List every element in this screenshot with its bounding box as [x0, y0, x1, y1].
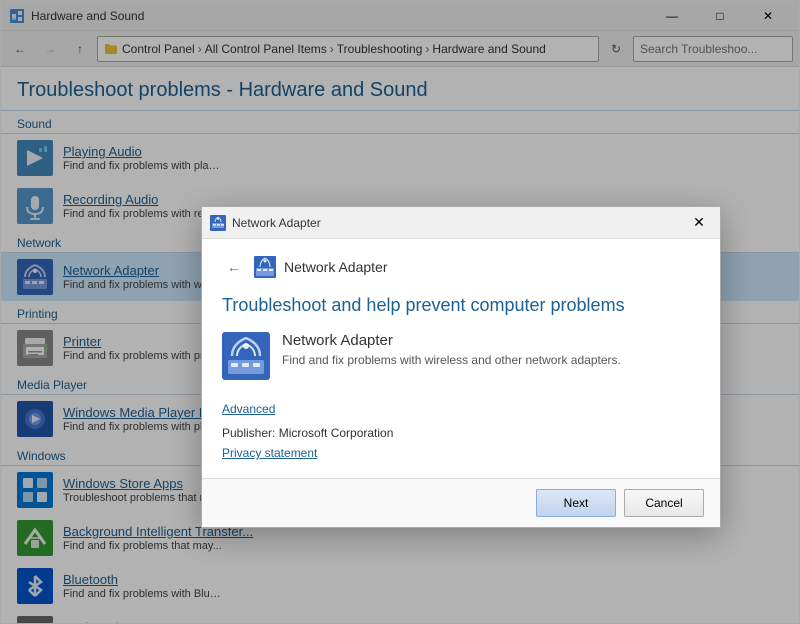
cancel-button[interactable]: Cancel	[624, 489, 704, 517]
dialog-titlebar: Network Adapter ✕	[202, 207, 720, 239]
dialog-back-button[interactable]: ←	[222, 255, 246, 279]
dialog-nav-title: Network Adapter	[284, 259, 388, 275]
dialog-close-button[interactable]: ✕	[686, 210, 712, 236]
dialog-content: ← Network Adapter Troubleshoot and he	[202, 239, 720, 478]
advanced-link[interactable]: Advanced	[222, 402, 275, 416]
main-window: Hardware and Sound — □ ✕ ← → ↑ Control P…	[0, 0, 800, 624]
dialog-nav-row: ← Network Adapter	[222, 255, 700, 279]
network-adapter-dialog: Network Adapter ✕ ←	[201, 206, 721, 528]
dialog-item-desc: Find and fix problems with wireless and …	[282, 353, 700, 367]
dialog-overlay: Network Adapter ✕ ←	[1, 1, 799, 623]
dialog-titlebar-left: Network Adapter	[210, 215, 321, 231]
privacy-link[interactable]: Privacy statement	[222, 446, 317, 460]
dialog-section-title: Troubleshoot and help prevent computer p…	[222, 295, 700, 316]
dialog-item-icon	[222, 332, 270, 380]
dialog-title: Network Adapter	[232, 216, 321, 230]
dialog-icon	[210, 215, 226, 231]
dialog-item-title: Network Adapter	[282, 332, 700, 349]
publisher-row: Publisher: Microsoft Corporation	[222, 426, 700, 440]
dialog-footer: Next Cancel	[202, 478, 720, 527]
next-button[interactable]: Next	[536, 489, 616, 517]
dialog-item-text: Network Adapter Find and fix problems wi…	[282, 332, 700, 367]
dialog-item-row: Network Adapter Find and fix problems wi…	[222, 332, 700, 380]
dialog-nav-icon	[254, 256, 276, 278]
